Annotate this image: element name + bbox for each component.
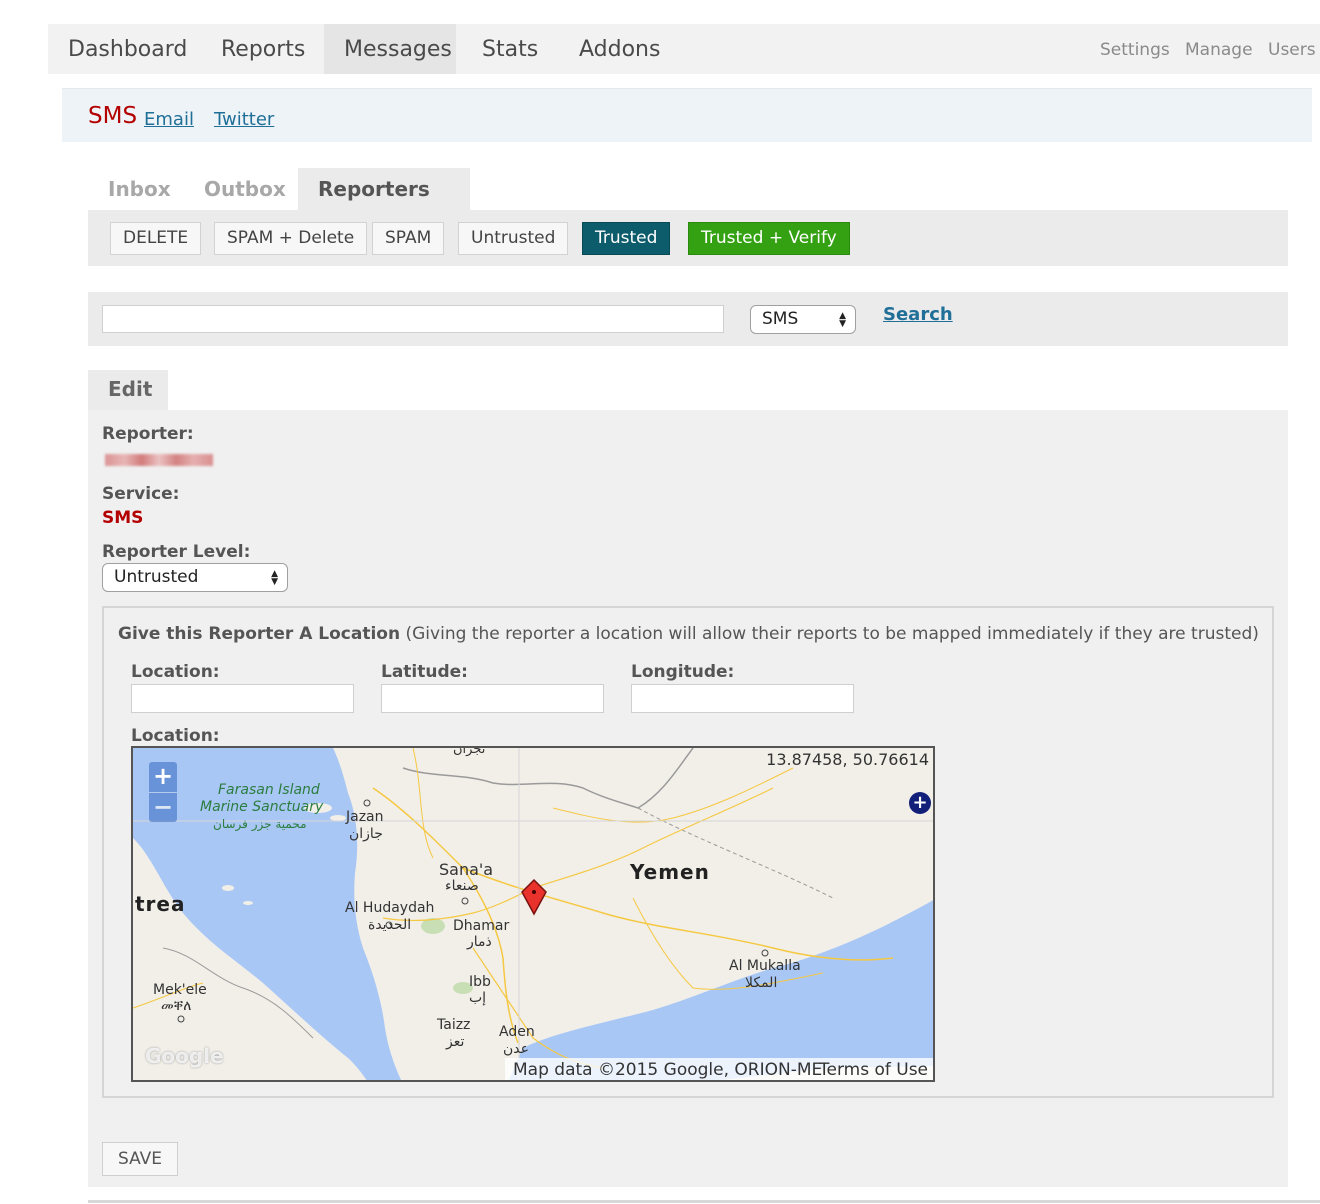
latitude-input[interactable] (381, 684, 604, 713)
manage-link[interactable]: Manage (1185, 24, 1253, 74)
action-bar: DELETE SPAM + Delete SPAM Untrusted Trus… (88, 210, 1288, 266)
location-map[interactable]: 13.87458, 50.76614 + − + نجران Farasan I… (131, 746, 935, 1082)
map-label-farasan-1: Farasan Island (218, 782, 320, 798)
email-link[interactable]: Email (144, 109, 194, 130)
location-box-note: (Giving the reporter a location will all… (405, 624, 1259, 644)
map-label-hudaydah-ar: الحديدة (368, 917, 412, 933)
reporter-level-value: Untrusted (114, 567, 199, 587)
spam-delete-button[interactable]: SPAM + Delete (214, 222, 368, 255)
marker-dot (532, 890, 536, 894)
save-button[interactable]: SAVE (102, 1142, 178, 1176)
zoom-in-button[interactable]: + (149, 762, 177, 792)
terms-of-use-link[interactable]: Terms of Use (819, 1058, 928, 1080)
map-label-hudaydah: Al Hudaydah (345, 900, 435, 916)
longitude-label: Longitude: (631, 662, 735, 682)
longitude-input[interactable] (631, 684, 854, 713)
tab-addons[interactable]: Addons (559, 24, 680, 74)
location-label: Location: (131, 662, 220, 682)
delete-button[interactable]: DELETE (110, 222, 202, 255)
map-attribution: Map data ©2015 Google, ORION-ME (513, 1060, 823, 1080)
message-type-nav: SMS Email Twitter (62, 88, 1312, 142)
island (243, 901, 253, 905)
search-bar: SMS ▲ ▼ Search (88, 292, 1288, 346)
map-label-eritrea: trea (135, 892, 186, 916)
service-select-value: SMS (762, 309, 799, 329)
map-label-dhamar-ar: ذمار (467, 934, 492, 950)
map-label-sanaa: Sana'a (439, 860, 494, 879)
twitter-link[interactable]: Twitter (214, 109, 274, 130)
map-label-taizz: Taizz (437, 1017, 471, 1033)
map-label-sanaa-ar: صنعاء (445, 878, 479, 894)
map-label-mukalla: Al Mukalla (729, 958, 801, 974)
map-label: Location: (131, 726, 220, 746)
tab-messages[interactable]: Messages (324, 24, 456, 74)
tab-inbox[interactable]: Inbox (88, 168, 191, 210)
map-label-taizz-ar: تعز (446, 1034, 465, 1050)
map-label-ibb: Ibb (469, 974, 491, 990)
service-label: Service: (102, 484, 180, 504)
tab-reports[interactable]: Reports (201, 24, 325, 74)
tab-stats[interactable]: Stats (462, 24, 558, 74)
trusted-button[interactable]: Trusted (582, 222, 671, 255)
google-watermark: Google (145, 1044, 224, 1068)
reporter-label: Reporter: (102, 424, 194, 444)
untrusted-button[interactable]: Untrusted (458, 222, 569, 255)
island (222, 885, 234, 891)
coordinates-readout: 13.87458, 50.76614 (766, 750, 929, 769)
latitude-label: Latitude: (381, 662, 468, 682)
map-label-mukalla-ar: المكلا (745, 975, 778, 991)
map-label-mekele-ge: መቐለ (161, 998, 192, 1014)
map-attribution-bar: Map data ©2015 Google, ORION-ME Terms of… (505, 1058, 933, 1080)
location-box-heading: Give this Reporter A Location (118, 624, 401, 644)
select-arrows-icon: ▲ ▼ (271, 569, 278, 587)
trusted-verify-button[interactable]: Trusted + Verify (688, 222, 850, 255)
map-label-aden-ar: عدن (503, 1041, 529, 1057)
map-label-dhamar: Dhamar (453, 918, 510, 934)
location-box: Give this Reporter A Location (Giving th… (102, 606, 1274, 1098)
search-link[interactable]: Search (883, 304, 953, 325)
zoom-out-button[interactable]: − (149, 792, 177, 822)
map-label-mekele: Mek'ele (153, 982, 207, 998)
tab-dashboard[interactable]: Dashboard (48, 24, 207, 74)
users-link[interactable]: Users (1268, 24, 1316, 74)
map-label-aden: Aden (499, 1024, 535, 1040)
edit-tab[interactable]: Edit (88, 370, 168, 410)
reporter-level-label: Reporter Level: (102, 542, 251, 562)
edit-panel: Reporter: Service: SMS Reporter Level: U… (88, 410, 1288, 1187)
location-input[interactable] (131, 684, 354, 713)
map-label-najran: نجران (453, 746, 486, 757)
tab-reporters[interactable]: Reporters (4) (298, 168, 470, 243)
map-label-yemen: Yemen (630, 860, 710, 884)
current-type-sms: SMS (88, 103, 138, 129)
main-nav: Dashboard Reports Messages Stats Addons … (48, 24, 1320, 74)
location-box-title: Give this Reporter A Location (Giving th… (118, 624, 1259, 644)
spam-button[interactable]: SPAM (372, 222, 445, 255)
reporter-level-select[interactable]: Untrusted ▲ ▼ (102, 563, 288, 592)
select-arrows-icon: ▲ ▼ (839, 311, 846, 329)
settings-link[interactable]: Settings (1100, 24, 1170, 74)
map-label-jazan: Jazan (346, 809, 384, 825)
map-label-jazan-ar: جازان (349, 826, 383, 842)
search-input[interactable] (102, 305, 724, 333)
island (330, 815, 346, 821)
map-label-farasan-2: Marine Sanctuary (200, 799, 324, 815)
zoom-control: + − (149, 762, 177, 822)
tab-outbox[interactable]: Outbox (184, 168, 306, 210)
reporter-value-redacted (105, 454, 213, 466)
service-select[interactable]: SMS ▲ ▼ (750, 305, 856, 334)
map-label-farasan-ar: محمية جزر فرسان (213, 817, 307, 831)
footer-divider (88, 1200, 1320, 1203)
map-label-ibb-ar: إب (469, 990, 487, 1006)
expand-map-icon[interactable]: + (909, 792, 931, 814)
service-value: SMS (102, 508, 144, 528)
